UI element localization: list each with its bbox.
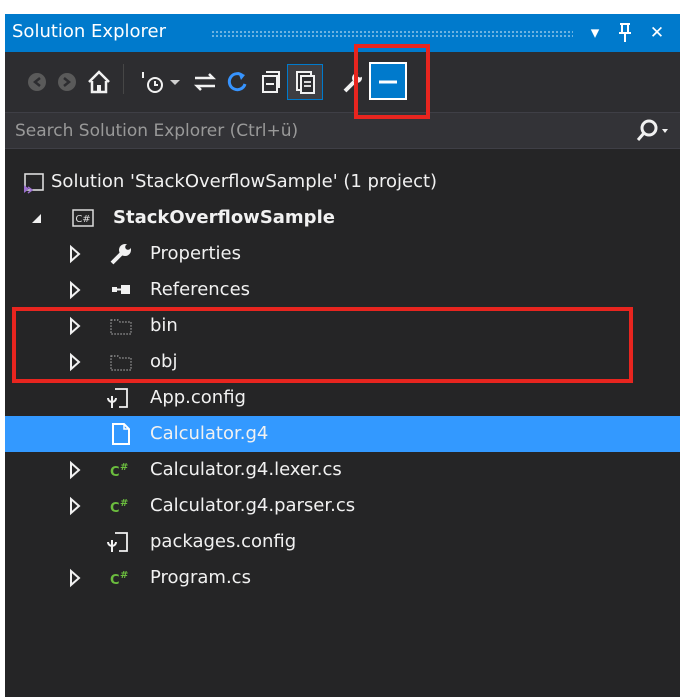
expanded-arrow-icon[interactable] xyxy=(29,208,45,228)
tree-node-label: Calculator.g4.parser.cs xyxy=(150,495,356,516)
tree-node-project[interactable]: C# StackOverflowSample xyxy=(5,200,680,236)
search-input[interactable] xyxy=(5,113,625,148)
collapse-all-icon[interactable] xyxy=(251,64,287,100)
pin-icon[interactable] xyxy=(613,20,637,46)
config-file-icon xyxy=(106,530,130,554)
tree-node-program-cs[interactable]: C # Program.cs xyxy=(5,560,680,596)
home-icon[interactable] xyxy=(81,64,117,100)
show-all-files-icon xyxy=(296,71,315,94)
search-options-dropdown-icon xyxy=(662,129,668,133)
tree-node-parser-cs[interactable]: C # Calculator.g4.parser.cs xyxy=(5,488,680,524)
collapsed-arrow-icon[interactable] xyxy=(67,280,83,300)
hidden-folder-icon xyxy=(109,314,133,338)
tree-node-bin[interactable]: bin xyxy=(5,308,680,344)
svg-text:C: C xyxy=(110,465,120,480)
solution-icon xyxy=(21,170,45,194)
svg-text:#: # xyxy=(120,462,128,473)
svg-text:C: C xyxy=(110,501,120,516)
tree-node-lexer-cs[interactable]: C # Calculator.g4.lexer.cs xyxy=(5,452,680,488)
tree-node-obj[interactable]: obj xyxy=(5,344,680,380)
tree-node-label: Solution 'StackOverflowSample' (1 projec… xyxy=(51,171,438,192)
tree-node-label: obj xyxy=(150,351,178,372)
search-box xyxy=(5,112,680,149)
svg-text:#: # xyxy=(120,570,128,581)
preview-selected-items-icon[interactable] xyxy=(369,62,407,100)
csharp-file-icon: C # xyxy=(109,458,133,482)
wrench-icon xyxy=(109,242,133,266)
svg-text:C#: C# xyxy=(75,214,90,225)
tree-node-label: Properties xyxy=(150,243,241,264)
tree-node-label: Calculator.g4 xyxy=(150,423,269,444)
sync-with-active-document-icon[interactable] xyxy=(187,64,223,100)
hidden-folder-icon xyxy=(109,350,133,374)
collapsed-arrow-icon[interactable] xyxy=(67,316,83,336)
tree-node-label: Program.cs xyxy=(150,567,251,588)
collapsed-arrow-icon[interactable] xyxy=(67,568,83,588)
collapsed-arrow-icon[interactable] xyxy=(67,352,83,372)
toolbar-separator xyxy=(123,64,124,94)
tree-node-label: Calculator.g4.lexer.cs xyxy=(150,459,342,480)
close-icon[interactable]: ✕ xyxy=(643,20,671,46)
tree-node-calculator-g4[interactable]: Calculator.g4 xyxy=(5,416,680,452)
forward-icon[interactable] xyxy=(49,64,85,100)
window-position-dropdown-icon[interactable]: ▾ xyxy=(583,20,607,46)
tree-node-properties[interactable]: Properties xyxy=(5,236,680,272)
properties-wrench-icon[interactable] xyxy=(335,64,371,100)
dropdown-arrow-icon[interactable] xyxy=(165,64,185,100)
csharp-file-icon: C # xyxy=(109,494,133,518)
config-file-icon xyxy=(106,386,130,410)
tree-node-label: References xyxy=(150,279,251,300)
tree-node-app-config[interactable]: App.config xyxy=(5,380,680,416)
panel-title: Solution Explorer xyxy=(12,21,166,42)
solution-explorer-panel: Solution Explorer ▾ ✕ Search Solution Ex… xyxy=(5,14,680,697)
show-all-files-button[interactable] xyxy=(287,64,323,100)
csharp-project-icon: C# xyxy=(71,206,95,230)
tree-node-label: bin xyxy=(150,315,178,336)
refresh-icon[interactable] xyxy=(219,64,255,100)
collapsed-arrow-icon[interactable] xyxy=(67,496,83,516)
svg-text:C: C xyxy=(110,573,120,588)
tree-node-label: StackOverflowSample xyxy=(113,207,335,228)
tree-node-solution[interactable]: Solution 'StackOverflowSample' (1 projec… xyxy=(5,164,680,200)
file-icon xyxy=(109,422,133,446)
tree-node-label: packages.config xyxy=(150,531,297,552)
tree-node-references[interactable]: References xyxy=(5,272,680,308)
tree-node-label: App.config xyxy=(150,387,246,408)
drag-grip[interactable] xyxy=(211,30,573,37)
collapsed-arrow-icon[interactable] xyxy=(67,460,83,480)
csharp-file-icon: C # xyxy=(109,566,133,590)
references-icon xyxy=(109,278,133,302)
svg-text:#: # xyxy=(120,498,128,509)
collapsed-arrow-icon[interactable] xyxy=(67,244,83,264)
tree-node-packages-config[interactable]: packages.config xyxy=(5,524,680,560)
title-bar[interactable]: Solution Explorer ▾ ✕ xyxy=(5,14,680,52)
search-icon[interactable] xyxy=(619,117,675,145)
